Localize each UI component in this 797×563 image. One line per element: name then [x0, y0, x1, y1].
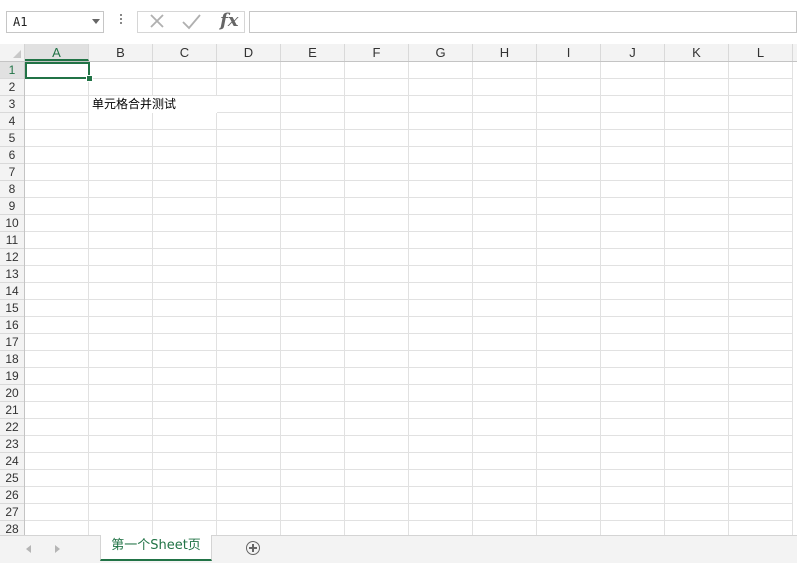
previous-sheet-icon[interactable] [26, 545, 31, 553]
row-header-13[interactable]: 13 [0, 266, 24, 283]
row-header-6[interactable]: 6 [0, 147, 24, 164]
row-header-2[interactable]: 2 [0, 79, 24, 96]
column-headers: ABCDEFGHIJKL [25, 44, 797, 62]
gridline-horizontal [25, 350, 793, 351]
column-header-f[interactable]: F [345, 44, 409, 61]
more-options-icon[interactable] [119, 14, 123, 28]
row-header-9[interactable]: 9 [0, 198, 24, 215]
gridline-horizontal [25, 299, 793, 300]
name-box-value: A1 [13, 15, 28, 29]
gridline-horizontal [25, 146, 793, 147]
row-header-22[interactable]: 22 [0, 419, 24, 436]
row-header-18[interactable]: 18 [0, 351, 24, 368]
gridline-horizontal [25, 180, 793, 181]
row-header-16[interactable]: 16 [0, 317, 24, 334]
column-header-g[interactable]: G [409, 44, 473, 61]
row-header-1[interactable]: 1 [0, 62, 24, 79]
row-header-3[interactable]: 3 [0, 96, 24, 113]
fx-icon: fx [220, 10, 239, 31]
column-header-k[interactable]: K [665, 44, 729, 61]
gridline-horizontal [25, 78, 793, 79]
gridline-horizontal [25, 197, 793, 198]
row-header-19[interactable]: 19 [0, 368, 24, 385]
column-header-j[interactable]: J [601, 44, 665, 61]
gridline-horizontal [25, 129, 793, 130]
gridline-horizontal [25, 503, 793, 504]
selected-cell-a1[interactable] [25, 62, 90, 79]
row-header-26[interactable]: 26 [0, 487, 24, 504]
gridline-horizontal [25, 418, 793, 419]
insert-function-button[interactable]: fx [214, 10, 242, 32]
row-header-10[interactable]: 10 [0, 215, 24, 232]
gridline-horizontal [25, 520, 793, 521]
gridline-horizontal [25, 486, 793, 487]
row-header-20[interactable]: 20 [0, 385, 24, 402]
enter-button[interactable] [178, 12, 206, 32]
row-header-11[interactable]: 11 [0, 232, 24, 249]
column-header-d[interactable]: D [217, 44, 281, 61]
gridline-horizontal [25, 248, 793, 249]
select-all-button[interactable] [0, 44, 25, 62]
gridline-horizontal [25, 333, 793, 334]
row-header-27[interactable]: 27 [0, 504, 24, 521]
formula-buttons: fx [137, 10, 245, 33]
gridline-horizontal [25, 401, 793, 402]
fill-handle[interactable] [86, 75, 93, 82]
gridline-horizontal [25, 282, 793, 283]
formula-input[interactable] [249, 11, 797, 33]
gridline-horizontal [25, 163, 793, 164]
row-header-12[interactable]: 12 [0, 249, 24, 266]
chevron-down-icon[interactable] [92, 19, 100, 24]
checkmark-icon [182, 14, 201, 30]
cell-grid[interactable]: 单元格合并测试 [25, 62, 797, 535]
plus-circle-icon[interactable] [246, 541, 260, 555]
row-header-21[interactable]: 21 [0, 402, 24, 419]
row-header-17[interactable]: 17 [0, 334, 24, 351]
formula-bar: A1 fx [0, 0, 797, 44]
name-box[interactable]: A1 [6, 11, 104, 33]
row-headers: 1 2 3 4 5 6 7 8 9 10 11 12 13 14 15 16 17 18 19 20 21 22 23 24 2… [0, 62, 25, 535]
column-header-h[interactable]: H [473, 44, 537, 61]
row-header-28[interactable]: 28 [0, 521, 24, 535]
row-header-14[interactable]: 14 [0, 283, 24, 300]
gridline-horizontal [25, 265, 793, 266]
gridline-horizontal [25, 316, 793, 317]
row-header-23[interactable]: 23 [0, 436, 24, 453]
gridline-horizontal [25, 367, 793, 368]
row-header-24[interactable]: 24 [0, 453, 24, 470]
gridline-horizontal [25, 384, 793, 385]
row-header-7[interactable]: 7 [0, 164, 24, 181]
merged-cell-b3-c3[interactable]: 单元格合并测试 [89, 96, 217, 113]
column-header-i[interactable]: I [537, 44, 601, 61]
gridline-horizontal [25, 214, 793, 215]
gridline-horizontal [25, 452, 793, 453]
gridline-horizontal [25, 231, 793, 232]
next-sheet-icon[interactable] [55, 545, 60, 553]
gridline-horizontal [25, 435, 793, 436]
column-header-e[interactable]: E [281, 44, 345, 61]
column-header-a[interactable]: A [25, 44, 89, 61]
row-header-5[interactable]: 5 [0, 130, 24, 147]
sheet-tab[interactable]: 第一个Sheet页 [100, 535, 212, 561]
close-x-icon [150, 14, 164, 28]
cancel-button[interactable] [144, 12, 172, 32]
column-header-c[interactable]: C [153, 44, 217, 61]
column-header-l[interactable]: L [729, 44, 793, 61]
row-header-25[interactable]: 25 [0, 470, 24, 487]
row-header-15[interactable]: 15 [0, 300, 24, 317]
sheet-tab-bar: 第一个Sheet页 [0, 535, 797, 563]
gridline-horizontal [25, 469, 793, 470]
row-header-4[interactable]: 4 [0, 113, 24, 130]
column-header-b[interactable]: B [89, 44, 153, 61]
row-header-8[interactable]: 8 [0, 181, 24, 198]
